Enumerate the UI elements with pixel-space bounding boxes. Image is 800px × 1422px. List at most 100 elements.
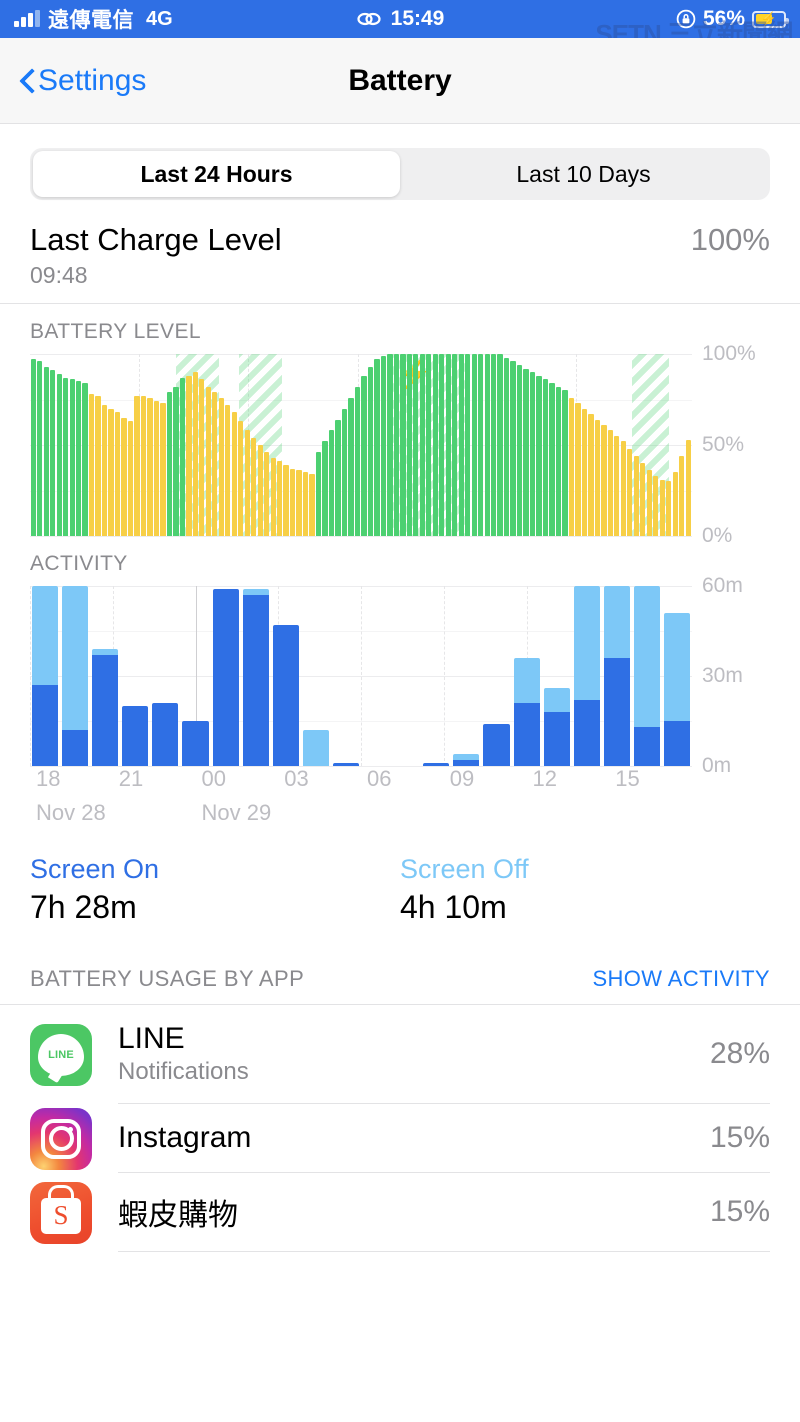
battery-level-bar — [244, 430, 250, 536]
activity-y-tick: 60m — [702, 574, 743, 597]
app-usage-text: 蝦皮購物 — [118, 1190, 238, 1234]
battery-level-bar — [601, 424, 607, 536]
activity-bar-screen-on — [92, 655, 119, 766]
battery-level-y-axis: 100% 50% 0% — [692, 342, 770, 547]
activity-bar-screen-on — [603, 658, 630, 766]
battery-level-bar — [361, 375, 367, 536]
battery-level-bar — [413, 354, 419, 536]
activity-x-tick: 15 — [615, 766, 640, 791]
battery-level-bar — [426, 354, 432, 536]
activity-bar — [513, 658, 540, 766]
battery-level-bar — [633, 455, 639, 536]
battery-level-bar — [309, 474, 315, 536]
battery-level-bar — [296, 470, 302, 536]
activity-bar-screen-off — [663, 613, 691, 721]
battery-usage-header: BATTERY USAGE BY APP SHOW ACTIVITY — [0, 936, 800, 1004]
battery-status-icon: ⚡ — [752, 10, 789, 28]
app-usage-row-inner: LINE Notifications 28% — [118, 1005, 770, 1104]
activity-bar — [122, 706, 149, 766]
activity-bar — [483, 724, 510, 766]
battery-level-bar — [646, 470, 652, 536]
network-type-label: 4G — [146, 7, 173, 30]
activity-chart-title: ACTIVITY — [30, 552, 128, 575]
battery-level-bar — [192, 372, 198, 536]
app-usage-row-inner: 蝦皮購物 15% — [118, 1173, 770, 1252]
lock-rotation-icon — [676, 9, 696, 29]
activity-bar-screen-off — [302, 730, 329, 766]
battery-level-bar — [614, 435, 620, 536]
battery-level-bar — [510, 361, 516, 536]
battery-level-bar — [581, 408, 588, 536]
tab-last-10-days[interactable]: Last 10 Days — [400, 151, 767, 197]
activity-x-axis: 18 21 00 03 06 09 12 15 — [30, 766, 692, 800]
activity-bar-screen-on — [32, 685, 59, 766]
battery-level-bar — [251, 437, 257, 536]
battery-usage-app-list: LINE LINE Notifications 28% Instagram 15% S 蝦皮購… — [0, 1004, 800, 1252]
last-charge-percent: 100% — [690, 222, 770, 257]
battery-level-bar — [406, 354, 412, 536]
battery-level-bar — [238, 421, 244, 536]
battery-level-bar — [121, 417, 127, 536]
battery-level-bar — [56, 374, 62, 536]
activity-x-tick: 00 — [201, 766, 226, 791]
activity-bar — [242, 589, 269, 766]
battery-level-bar — [153, 401, 160, 536]
battery-level-bar — [302, 472, 309, 536]
last-charge-title: Last Charge Level — [30, 222, 282, 257]
battery-level-bar — [452, 354, 458, 536]
battery-level-bar — [458, 354, 464, 536]
battery-level-bar — [218, 397, 224, 536]
battery-level-bar — [289, 468, 296, 536]
tab-last-24-hours[interactable]: Last 24 Hours — [33, 151, 400, 197]
battery-level-bar — [484, 354, 490, 536]
app-usage-row[interactable]: S 蝦皮購物 15% — [0, 1173, 800, 1252]
time-range-segmented-control[interactable]: Last 24 Hours Last 10 Days — [30, 148, 770, 200]
battery-level-bar — [432, 354, 438, 536]
battery-level-bar — [439, 354, 445, 536]
activity-bar — [32, 586, 59, 766]
activity-chart-block: ACTIVITY 18 21 00 03 06 09 12 15 Nov 28 Nov 29 6… — [0, 536, 800, 834]
battery-level-bar — [393, 354, 400, 536]
activity-x-tick: 18 — [36, 766, 61, 791]
activity-bar — [633, 586, 660, 766]
activity-bar-screen-on — [483, 724, 510, 766]
battery-y-tick: 50% — [702, 433, 745, 456]
app-usage-row[interactable]: LINE LINE Notifications 28% — [0, 1005, 800, 1104]
battery-level-bar — [257, 445, 263, 536]
battery-level-bar — [666, 481, 672, 536]
carrier-label: 遠傳電信 — [48, 9, 134, 32]
activity-plot-row: 18 21 00 03 06 09 12 15 Nov 28 Nov 29 60m 30m 0m — [30, 574, 770, 834]
shopee-app-icon: S — [30, 1181, 92, 1244]
battery-level-bar — [549, 383, 555, 536]
line-app-icon: LINE — [30, 1023, 92, 1086]
battery-level-bar — [108, 408, 114, 536]
battery-level-bar — [37, 361, 43, 536]
activity-y-tick: 30m — [702, 664, 743, 687]
battery-level-plot: ⚡ — [30, 354, 692, 537]
last-charge-text: Last Charge Level 09:48 — [30, 222, 282, 289]
battery-level-bar — [354, 386, 361, 536]
app-name: 蝦皮購物 — [118, 1199, 238, 1232]
activity-bar-screen-on — [633, 727, 660, 766]
battery-level-bar — [672, 472, 678, 536]
battery-level-bar — [199, 379, 205, 536]
battery-level-bar — [516, 364, 523, 536]
nav-bar: Settings Battery — [0, 38, 800, 124]
battery-level-bar — [283, 465, 289, 536]
battery-level-bar — [575, 403, 581, 536]
battery-level-bar — [380, 355, 387, 536]
app-battery-percent: 15% — [709, 1121, 770, 1154]
battery-level-bar — [367, 366, 374, 536]
app-battery-percent: 15% — [709, 1195, 770, 1228]
battery-level-bar — [387, 354, 393, 536]
show-activity-button[interactable]: SHOW ACTIVITY — [592, 966, 770, 992]
battery-level-bar — [607, 430, 613, 536]
activity-day-axis: Nov 28 Nov 29 — [30, 800, 692, 834]
activity-bar-screen-on — [513, 703, 540, 766]
battery-level-bar — [277, 461, 283, 536]
battery-level-chart-title: BATTERY LEVEL — [30, 320, 201, 343]
main-content: Last 24 Hours Last 10 Days Last Charge L… — [0, 124, 800, 1252]
activity-bar — [663, 613, 691, 766]
charging-bolt-icon: ⚡ — [760, 11, 778, 26]
app-usage-row[interactable]: Instagram 15% — [0, 1104, 800, 1173]
